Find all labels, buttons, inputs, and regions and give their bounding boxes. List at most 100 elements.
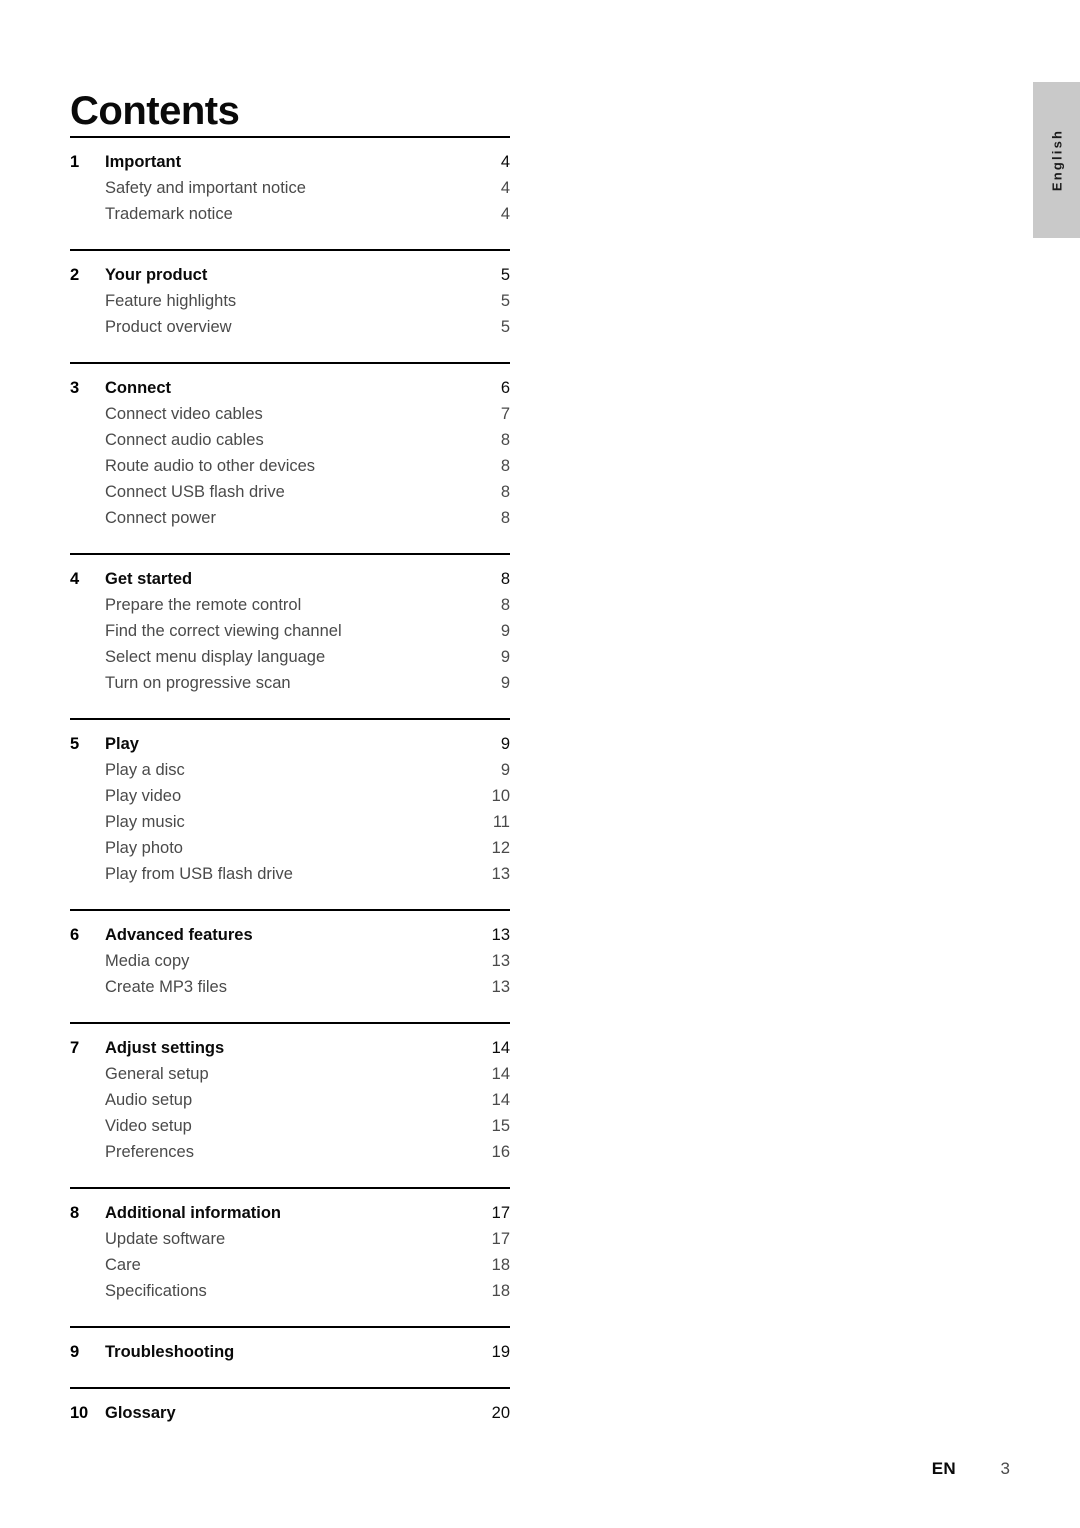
toc-section-heading[interactable]: 2 Your product 5: [70, 262, 510, 288]
toc-section-heading[interactable]: 5 Play 9: [70, 731, 510, 757]
toc-entry[interactable]: Audio setup 14: [70, 1087, 510, 1113]
toc-entry-page: 14: [491, 1091, 510, 1109]
toc-section-heading[interactable]: 8 Additional information 17: [70, 1200, 510, 1226]
toc-entry[interactable]: Feature highlights 5: [70, 288, 510, 314]
toc-entry[interactable]: Play music 11: [70, 809, 510, 835]
toc-entry[interactable]: Prepare the remote control 8: [70, 592, 510, 618]
toc-entry-page: 5: [500, 292, 510, 310]
toc-entry-page: 9: [500, 761, 510, 779]
toc-section-number: 4: [70, 570, 79, 588]
toc-section-title: Connect: [105, 379, 171, 397]
toc-section-title: Play: [105, 735, 139, 753]
toc-entry-page: 5: [500, 318, 510, 336]
toc-section-heading[interactable]: 10 Glossary 20: [70, 1400, 510, 1426]
toc-section-page: 5: [500, 266, 510, 284]
toc-entry[interactable]: Play photo 12: [70, 835, 510, 861]
toc-section: 2 Your product 5 Feature highlights 5 Product…: [70, 249, 510, 340]
toc-entry-page: 8: [500, 509, 510, 527]
toc-entry-title: Update software: [105, 1230, 226, 1248]
toc-entry-title: Connect video cables: [105, 405, 263, 423]
section-divider: [70, 1387, 510, 1389]
toc-entry[interactable]: Preferences 16: [70, 1139, 510, 1165]
section-divider: [70, 1187, 510, 1189]
toc-entry-title: Turn on progressive scan: [105, 674, 291, 692]
toc-entry[interactable]: Play from USB flash drive 13: [70, 861, 510, 887]
toc-section-page: 17: [491, 1204, 510, 1222]
toc-section-title: Additional information: [105, 1204, 281, 1222]
section-divider: [70, 362, 510, 364]
toc-entry[interactable]: Connect audio cables 8: [70, 427, 510, 453]
toc-entry-title: Prepare the remote control: [105, 596, 302, 614]
toc-section-title: Get started: [105, 570, 193, 588]
toc-entry-page: 8: [500, 596, 510, 614]
toc-entry[interactable]: Specifications 18: [70, 1278, 510, 1304]
toc-entry[interactable]: Select menu display language 9: [70, 644, 510, 670]
toc-entry[interactable]: Route audio to other devices 8: [70, 453, 510, 479]
toc-entry-title: Play music: [105, 813, 185, 831]
toc-entry[interactable]: Connect USB flash drive 8: [70, 479, 510, 505]
language-tab-label: English: [1049, 128, 1064, 192]
toc-entry-page: 13: [491, 952, 510, 970]
toc-entry-title: Play a disc: [105, 761, 185, 779]
toc-section-heading[interactable]: 1 Important 4: [70, 149, 510, 175]
toc-section-title: Advanced features: [105, 926, 253, 944]
toc-entry-title: Connect power: [105, 509, 216, 527]
toc-entry-page: 9: [500, 648, 510, 666]
toc-section: 3 Connect 6 Connect video cables 7 Connect au…: [70, 362, 510, 531]
toc-entry[interactable]: Product overview 5: [70, 314, 510, 340]
toc-section-heading[interactable]: 3 Connect 6: [70, 375, 510, 401]
toc-entry-page: 9: [500, 622, 510, 640]
toc-entry[interactable]: Connect power 8: [70, 505, 510, 531]
toc-entry-page: 16: [491, 1143, 510, 1161]
footer-page-number: 3: [1000, 1459, 1010, 1478]
toc-section-page: 19: [491, 1343, 510, 1361]
toc-entry[interactable]: Connect video cables 7: [70, 401, 510, 427]
toc-entry[interactable]: Play video 10: [70, 783, 510, 809]
toc-section-heading[interactable]: 4 Get started 8: [70, 566, 510, 592]
toc-entry[interactable]: General setup 14: [70, 1061, 510, 1087]
toc-entry-page: 13: [491, 865, 510, 883]
toc-entry[interactable]: Media copy 13: [70, 948, 510, 974]
toc-entry[interactable]: Video setup 15: [70, 1113, 510, 1139]
toc-entry-page: 15: [491, 1117, 510, 1135]
toc-entry-page: 4: [500, 205, 510, 223]
toc-section: 4 Get started 8 Prepare the remote control 8…: [70, 553, 510, 696]
toc-section: 9 Troubleshooting 19: [70, 1326, 510, 1365]
toc-entry[interactable]: Update software 17: [70, 1226, 510, 1252]
page-title: Contents: [70, 88, 240, 133]
toc-section-page: 6: [500, 379, 510, 397]
toc-entry[interactable]: Play a disc 9: [70, 757, 510, 783]
toc-entry-title: Connect USB flash drive: [105, 483, 285, 501]
section-divider: [70, 249, 510, 251]
toc-entry-title: Find the correct viewing channel: [105, 622, 342, 640]
toc-entry[interactable]: Find the correct viewing channel 9: [70, 618, 510, 644]
toc-entry-title: Feature highlights: [105, 292, 237, 310]
toc-section-title: Glossary: [105, 1404, 176, 1422]
toc-entry-page: 8: [500, 457, 510, 475]
toc-section-heading[interactable]: 9 Troubleshooting 19: [70, 1339, 510, 1365]
toc-section-page: 13: [491, 926, 510, 944]
toc-section-heading[interactable]: 7 Adjust settings 14: [70, 1035, 510, 1061]
toc-section-number: 6: [70, 926, 79, 944]
section-divider: [70, 553, 510, 555]
section-divider: [70, 1326, 510, 1328]
toc-entry[interactable]: Trademark notice 4: [70, 201, 510, 227]
toc-section-number: 9: [70, 1343, 79, 1361]
toc-entry-page: 8: [500, 431, 510, 449]
toc-entry-title: Media copy: [105, 952, 190, 970]
toc-section-heading[interactable]: 6 Advanced features 13: [70, 922, 510, 948]
table-of-contents: 1 Important 4 Safety and important notice 4 T…: [70, 136, 510, 1426]
toc-entry-page: 7: [500, 405, 510, 423]
toc-entry-title: Specifications: [105, 1282, 207, 1300]
toc-section: 8 Additional information 17 Update software…: [70, 1187, 510, 1304]
toc-entry-page: 10: [491, 787, 510, 805]
toc-section-number: 7: [70, 1039, 79, 1057]
toc-entry-title: Select menu display language: [105, 648, 326, 666]
toc-entry[interactable]: Care 18: [70, 1252, 510, 1278]
toc-entry[interactable]: Turn on progressive scan 9: [70, 670, 510, 696]
toc-entry[interactable]: Safety and important notice 4: [70, 175, 510, 201]
toc-entry-page: 18: [491, 1282, 510, 1300]
toc-entry-page: 4: [500, 179, 510, 197]
section-divider: [70, 718, 510, 720]
toc-entry[interactable]: Create MP3 files 13: [70, 974, 510, 1000]
